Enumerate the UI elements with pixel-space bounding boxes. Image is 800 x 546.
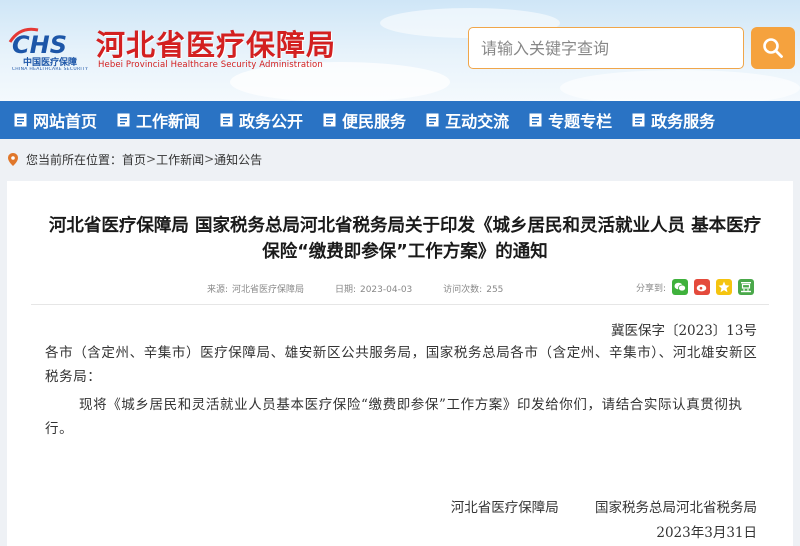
site-header: CHS 中国医疗保障 CHINA HEALTHCARE SECURITY 河北省… — [0, 0, 800, 101]
document-number: 冀医保字〔2023〕13号 — [610, 323, 757, 339]
breadcrumb-separator: > — [204, 152, 215, 166]
signer-tax-bureau: 国家税务总局河北省税务局 — [595, 500, 757, 516]
meta-views: 访问次数: 255 — [443, 285, 517, 295]
search-input[interactable] — [469, 28, 743, 68]
nav-label: 政务服务 — [651, 112, 716, 131]
nav-item-government-services[interactable]: 政务服务 — [622, 101, 725, 139]
document-icon — [632, 113, 645, 127]
document-icon — [323, 113, 336, 127]
article-meta: 来源: 河北省医疗保障局 日期: 2023-04-03 访问次数: 255 — [207, 282, 531, 295]
nav-item-public-services[interactable]: 便民服务 — [313, 101, 416, 139]
site-title-en: Hebei Provincial Healthcare Security Adm… — [98, 60, 323, 70]
breadcrumb-work-news[interactable]: 工作新闻 — [156, 151, 204, 168]
share-label: 分享到: — [636, 283, 667, 294]
meta-date: 日期: 2023-04-03 — [335, 285, 426, 295]
meta-source-value: 河北省医疗保障局 — [232, 285, 305, 295]
document-date: 2023年3月31日 — [656, 525, 757, 541]
article-card: 河北省医疗保障局 国家税务总局河北省税务局关于印发《城乡居民和灵活就业人员 基本… — [7, 181, 793, 546]
magnifier-icon — [763, 38, 783, 58]
douban-icon[interactable] — [738, 279, 755, 295]
document-icon — [117, 113, 130, 127]
document-icon — [529, 113, 542, 127]
document-icon — [426, 113, 439, 127]
document-icon — [220, 113, 233, 127]
share-bar: 分享到: — [636, 279, 755, 295]
document-icon — [14, 113, 27, 127]
nav-label: 互动交流 — [445, 112, 510, 131]
nav-item-special-topics[interactable]: 专题专栏 — [519, 101, 622, 139]
meta-date-value: 2023-04-03 — [359, 285, 413, 295]
wechat-icon[interactable] — [672, 279, 689, 295]
site-title[interactable]: 河北省医疗保障局 — [96, 22, 336, 64]
map-pin-icon — [8, 152, 18, 166]
header-cloud — [560, 70, 800, 101]
chs-logo[interactable]: CHS — [8, 22, 88, 56]
logo-text: CHS — [12, 31, 67, 56]
nav-item-home[interactable]: 网站首页 — [0, 101, 107, 139]
meta-divider — [31, 304, 769, 305]
search-button[interactable] — [751, 27, 795, 69]
document-signers: 河北省医疗保障局 国家税务总局河北省税务局 — [419, 496, 757, 516]
logo-subtitle-en: CHINA HEALTHCARE SECURITY — [11, 67, 89, 72]
meta-date-label: 日期: — [334, 285, 356, 295]
breadcrumb-home[interactable]: 首页 — [122, 151, 146, 168]
nav-item-work-news[interactable]: 工作新闻 — [107, 101, 210, 139]
breadcrumb-notices[interactable]: 通知公告 — [214, 151, 262, 168]
meta-views-label: 访问次数: — [443, 285, 483, 295]
nav-label: 便民服务 — [342, 112, 407, 131]
nav-label: 政务公开 — [239, 112, 304, 131]
nav-label: 网站首页 — [33, 112, 98, 131]
nav-item-government-affairs[interactable]: 政务公开 — [210, 101, 313, 139]
signer-healthcare-security: 河北省医疗保障局 — [450, 500, 559, 516]
meta-source-label: 来源: — [207, 285, 229, 295]
meta-source: 来源: 河北省医疗保障局 — [207, 285, 318, 295]
article-title: 河北省医疗保障局 国家税务总局河北省税务局关于印发《城乡居民和灵活就业人员 基本… — [48, 216, 762, 262]
breadcrumb-prefix: 您当前所在位置： — [26, 152, 123, 167]
document-paragraph: 现将《城乡居民和灵活就业人员基本医疗保险“缴费即参保”工作方案》印发给你们，请结… — [45, 397, 743, 437]
nav-label: 工作新闻 — [136, 112, 201, 131]
nav-item-interaction[interactable]: 互动交流 — [416, 101, 519, 139]
search-box — [468, 27, 744, 69]
nav-label: 专题专栏 — [548, 112, 613, 131]
breadcrumb: 您当前所在位置： 首页 > 工作新闻 > 通知公告 — [8, 150, 262, 168]
main-nav: 网站首页 工作新闻 政务公开 便民服务 互动交流 专题专栏 政务服务 — [0, 101, 800, 139]
qzone-icon[interactable] — [716, 279, 733, 295]
meta-views-value: 255 — [486, 285, 504, 295]
document-addressee: 各市（含定州、辛集市）医疗保障局、雄安新区公共服务局，国家税务总局各市（含定州、… — [45, 345, 758, 385]
breadcrumb-separator: > — [146, 152, 157, 166]
weibo-icon[interactable] — [694, 279, 711, 295]
